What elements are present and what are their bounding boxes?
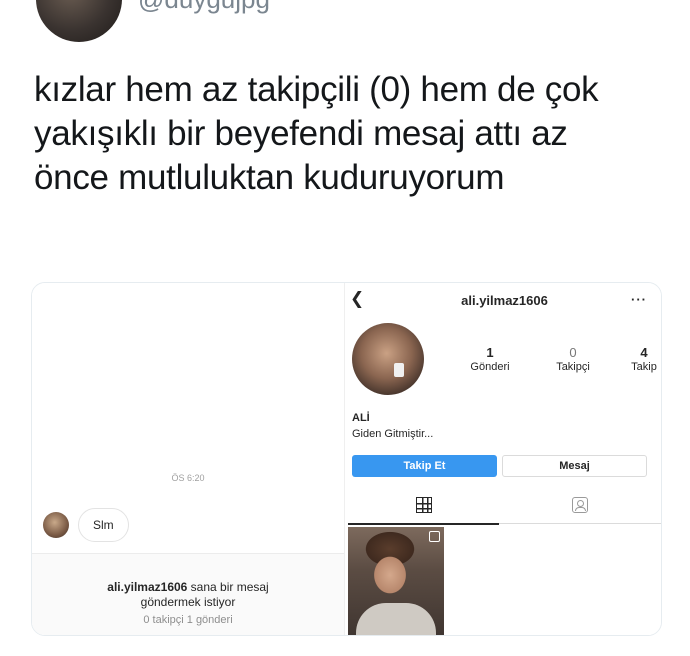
tab-grid	[348, 493, 499, 525]
dm-message-bubble: Slm	[78, 508, 129, 542]
request-text: sana bir mesaj	[187, 580, 269, 594]
grid-icon	[415, 497, 432, 513]
tweet-text-line: yakışıklı bir beyefendi mesaj attı az	[34, 114, 568, 153]
stat-following-label: Takip	[631, 361, 657, 373]
tweet-text: kızlar hem az takipçili (0) hem de çok y…	[34, 68, 654, 200]
message-request-box: ali.yilmaz1606 sana bir mesaj göndermek …	[32, 553, 344, 635]
author-handle[interactable]: @duygujpg	[138, 0, 270, 15]
tab-tagged	[499, 493, 661, 524]
profile-name: ALİ	[352, 412, 370, 424]
request-meta: 0 takipçi 1 gönderi	[143, 614, 233, 626]
tagged-icon	[572, 497, 588, 513]
request-text-line1: ali.yilmaz1606 sana bir mesaj	[32, 580, 344, 595]
stat-followers-count: 0	[569, 345, 577, 360]
tweet-text-line: kızlar hem az takipçili (0) hem de çok	[34, 70, 599, 109]
stat-following: 4 Takip	[614, 345, 661, 374]
stat-posts: 1 Gönderi	[460, 345, 520, 374]
stat-followers: 0 Takipçi	[543, 345, 603, 374]
request-text-line2: göndermek istiyor	[140, 595, 236, 609]
multi-photo-icon	[429, 531, 440, 542]
author-avatar[interactable]	[36, 0, 122, 42]
stat-posts-label: Gönderi	[470, 361, 510, 373]
stat-following-count: 4	[640, 345, 648, 360]
profile-screenshot[interactable]: ❮ ali.yilmaz1606 ··· 1 Gönderi 0 Takipçi…	[348, 283, 661, 635]
profile-avatar	[352, 323, 424, 395]
stat-posts-count: 1	[486, 345, 494, 360]
tweet-media-card[interactable]: ÖS 6:20 Slm ali.yilmaz1606 sana bir mesa…	[31, 282, 662, 636]
follow-button: Takip Et	[352, 455, 497, 477]
more-dots-icon: ···	[631, 292, 647, 307]
profile-bio: Giden Gitmiştir...	[352, 428, 434, 440]
dm-timestamp: ÖS 6:20	[171, 473, 205, 483]
stat-followers-label: Takipçi	[556, 361, 590, 373]
profile-username: ali.yilmaz1606	[461, 293, 548, 308]
dm-screenshot[interactable]: ÖS 6:20 Slm ali.yilmaz1606 sana bir mesa…	[32, 283, 344, 635]
post-thumbnail	[348, 527, 444, 635]
request-username: ali.yilmaz1606	[107, 580, 188, 594]
message-button: Mesaj	[502, 455, 647, 477]
dm-sender-avatar	[43, 512, 69, 538]
tweet-text-line: önce mutluluktan kuduruyorum	[34, 158, 505, 197]
